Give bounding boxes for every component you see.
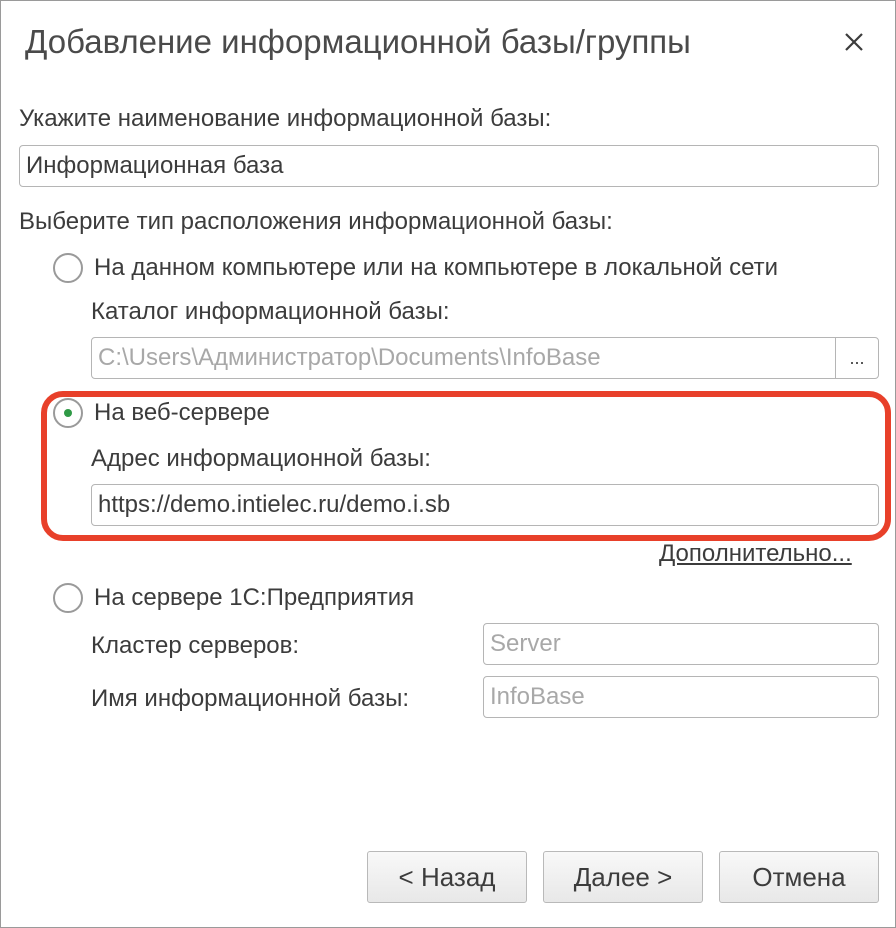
radio-web[interactable] <box>53 398 83 428</box>
dialog-title: Добавление информационной базы/группы <box>25 23 691 60</box>
radio-server[interactable] <box>53 583 83 613</box>
more-link[interactable]: Дополнительно... <box>659 540 852 568</box>
radio-local[interactable] <box>53 253 83 283</box>
cluster-input[interactable] <box>483 623 879 665</box>
add-infobase-dialog: Добавление информационной базы/группы Ук… <box>0 0 896 928</box>
browse-button[interactable]: ... <box>835 337 879 379</box>
cancel-button[interactable]: Отмена <box>719 851 879 903</box>
infobase-name-input[interactable] <box>19 145 879 187</box>
radio-local-label: На данном компьютере или на компьютере в… <box>94 254 779 281</box>
location-type-label: Выберите тип расположения информационной… <box>19 208 613 235</box>
catalog-input[interactable] <box>91 337 836 379</box>
address-label: Адрес информационной базы: <box>91 445 431 472</box>
name-label: Укажите наименование информационной базы… <box>19 105 552 132</box>
close-icon <box>845 33 863 51</box>
ib-name-label: Имя информационной базы: <box>91 685 409 712</box>
next-button[interactable]: Далее > <box>543 851 703 903</box>
close-button[interactable] <box>837 25 871 59</box>
address-input[interactable] <box>91 484 879 526</box>
back-button[interactable]: < Назад <box>367 851 527 903</box>
radio-server-label: На сервере 1С:Предприятия <box>94 584 415 611</box>
catalog-label: Каталог информационной базы: <box>91 298 450 325</box>
ib-name-input[interactable] <box>483 676 879 718</box>
cluster-label: Кластер серверов: <box>91 632 300 659</box>
radio-web-label: На веб-сервере <box>94 399 270 426</box>
